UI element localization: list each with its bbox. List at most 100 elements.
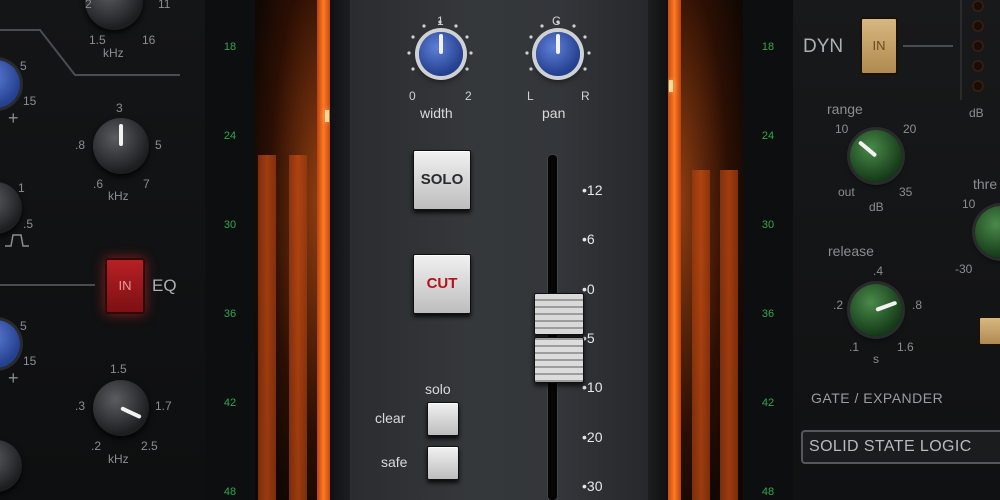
range-knob[interactable]: [850, 130, 902, 182]
scale-label: 36: [761, 308, 775, 320]
right-level-meter: [668, 0, 743, 500]
scale-label: 30: [223, 219, 237, 231]
eq-in-button[interactable]: IN: [105, 258, 145, 314]
strip-edge-left: [330, 0, 350, 500]
scale-label: 30: [761, 219, 775, 231]
scale-label: 42: [761, 397, 775, 409]
left-level-meter: [255, 0, 330, 500]
gate-expander-label: GATE / EXPANDER: [811, 390, 944, 406]
solo-clear-button[interactable]: [427, 402, 459, 436]
threshold-bl: -30: [955, 262, 973, 276]
fader-cap[interactable]: [534, 293, 584, 383]
top-small-b: 11: [158, 0, 171, 11]
scale-label: 24: [761, 130, 775, 142]
range-label: range: [827, 101, 863, 117]
scale-label: 48: [223, 486, 237, 498]
solo-safe-button[interactable]: [427, 446, 459, 480]
dyn-guide-lines: [903, 0, 984, 100]
solo-group-label: solo: [425, 381, 451, 397]
scale-label: 24: [223, 130, 237, 142]
hf-right: 5: [155, 138, 162, 152]
range-right: 20: [903, 122, 917, 136]
threshold-label: thre: [973, 176, 998, 192]
release-left: .2: [833, 298, 844, 312]
right-peak-hold: [669, 80, 673, 92]
scale-label: 18: [761, 41, 775, 53]
pan-knob[interactable]: [536, 32, 580, 76]
top-khz-high: 16: [142, 33, 156, 47]
lmf-unit: kHz: [108, 452, 129, 466]
width-knob-right: 2: [465, 89, 472, 103]
range-left: 10: [835, 122, 849, 136]
fader-scale-label: •30: [582, 478, 603, 494]
right-meter-peak: [668, 0, 681, 500]
release-top: .4: [873, 264, 884, 278]
channel-strip: 1 0 2 width C L R pan SOLO CUT solo clea…: [350, 0, 648, 500]
band2-plus: +: [8, 368, 19, 388]
right-meter-bar-2: [720, 170, 738, 500]
hf-top: 3: [116, 101, 123, 115]
hf-freq-knob[interactable]: [93, 118, 149, 174]
right-meter-bar-1: [692, 170, 710, 500]
pan-knob-left: L: [527, 89, 534, 103]
threshold-knob[interactable]: [975, 206, 1000, 258]
clear-label: clear: [375, 410, 406, 426]
brand-logo-text: SOLID STATE LOGIC: [809, 438, 972, 455]
lmf-right: 1.7: [155, 399, 172, 413]
lmf-left: .3: [75, 399, 86, 413]
band1-mid: 15: [23, 94, 37, 108]
left-peak-hold: [325, 110, 329, 122]
release-br: 1.6: [897, 340, 914, 354]
strip-edge-right: [648, 0, 668, 500]
hf-left: .8: [75, 138, 86, 152]
eq-section: 1.5 16 kHz 2 11 5 15 + 3 .8 5 .6 7 kHz 1…: [0, 0, 205, 500]
range-bl: out: [838, 185, 855, 199]
band1-plus: +: [8, 108, 19, 128]
release-knob[interactable]: [850, 284, 902, 336]
fader-scale-label: •10: [582, 379, 603, 395]
ssl-brand-plate: SOLID STATE LOGIC: [801, 430, 1000, 464]
lmf-top: 1.5: [110, 362, 127, 376]
left-meter-bar-2: [289, 155, 307, 500]
cut-button[interactable]: CUT: [413, 254, 471, 314]
eq-section-label: EQ: [152, 276, 177, 295]
solo-button[interactable]: SOLO: [413, 150, 471, 210]
pan-knob-label: pan: [542, 105, 566, 121]
hf-unit: kHz: [108, 189, 129, 203]
q-mid: .5: [23, 217, 34, 231]
safe-label: safe: [381, 454, 408, 470]
fader-scale-label: •12: [582, 182, 603, 198]
lmf-freq-knob[interactable]: [93, 380, 149, 436]
lmf-bl: .2: [91, 439, 102, 453]
range-br: 35: [899, 185, 913, 199]
right-meter-scale: 18 24 30 36 42 48: [743, 0, 793, 500]
fader-scale-label: •20: [582, 429, 603, 445]
hf-br: 7: [143, 177, 150, 191]
left-meter-bar-1: [258, 155, 276, 500]
lmf-br: 2.5: [141, 439, 158, 453]
left-meter-peak: [317, 0, 330, 500]
gr-meter-db-label: dB: [969, 106, 984, 120]
pan-knob-right: R: [581, 89, 590, 103]
band2-mid: 15: [23, 354, 37, 368]
band2-top: 5: [20, 319, 27, 333]
width-knob-top: 1: [437, 14, 444, 28]
range-unit: dB: [869, 200, 884, 214]
scale-label: 42: [223, 397, 237, 409]
dynamics-section: DYN IN dB range 10 20 out 35 dB thre 10 …: [793, 0, 1000, 500]
gate-in-button[interactable]: [978, 316, 1000, 346]
release-right: .8: [912, 298, 923, 312]
bell-shape-icon: [5, 234, 29, 247]
q-top: 1: [18, 181, 25, 195]
width-knob[interactable]: [419, 32, 463, 76]
release-bl: .1: [849, 340, 860, 354]
top-khz-unit: kHz: [103, 46, 124, 60]
top-small-a: 2: [85, 0, 92, 11]
release-label: release: [828, 243, 874, 259]
top-khz-low: 1.5: [89, 33, 106, 47]
scale-label: 18: [223, 41, 237, 53]
threshold-left: 10: [962, 197, 976, 211]
fader-scale-label: •6: [582, 231, 595, 247]
scale-label: 36: [223, 308, 237, 320]
left-meter-scale: 18 24 30 36 42 48: [205, 0, 255, 500]
